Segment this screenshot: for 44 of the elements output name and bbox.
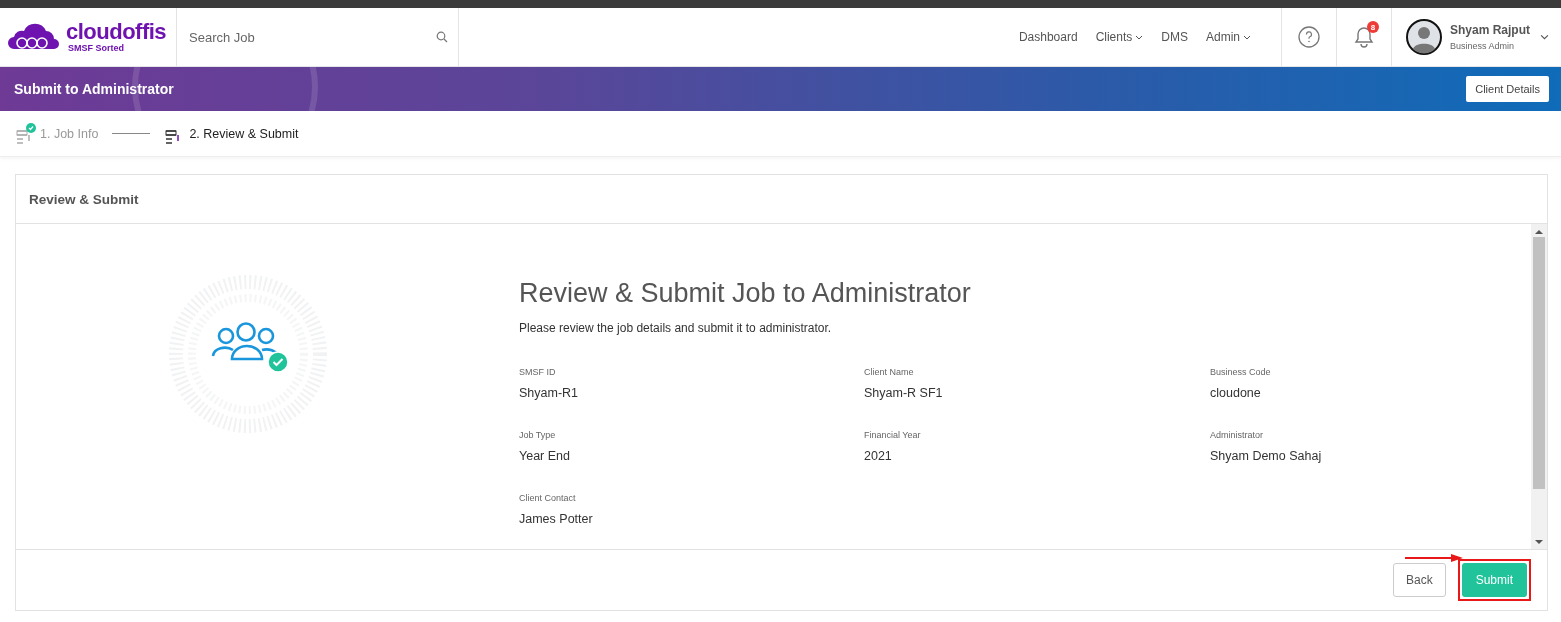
field-label: Financial Year xyxy=(864,430,922,440)
intro-text: Please review the job details and submit it to administrator. xyxy=(519,321,833,335)
field-label: Business Code xyxy=(1210,367,1272,377)
check-badge-icon xyxy=(26,122,36,133)
scroll-up-icon[interactable] xyxy=(1535,229,1543,235)
nav-link[interactable]: DMS xyxy=(1161,30,1188,44)
brand-name: cloudoffis xyxy=(66,21,167,43)
field-label: Administrator xyxy=(1210,430,1264,440)
field-value: Shyam-R SF1 xyxy=(864,386,944,400)
field-value: 2021 xyxy=(864,449,893,463)
scrollbar-thumb[interactable] xyxy=(1533,237,1545,489)
help-icon[interactable] xyxy=(1298,26,1320,48)
field-value: Year End xyxy=(519,449,571,463)
page-title: Submit to Administrator xyxy=(14,81,174,97)
nav-link[interactable]: Dashboard xyxy=(1018,30,1078,44)
brand-tagline: SMSF Sorted xyxy=(68,44,125,53)
search-icon xyxy=(436,31,448,43)
field-label: SMSF ID xyxy=(519,367,557,377)
caret-icon xyxy=(1135,34,1144,40)
field-label: Job Type xyxy=(519,430,557,440)
step-tab[interactable]: 2. Review & Submit xyxy=(164,122,299,145)
back-button[interactable]: Back xyxy=(1392,563,1446,597)
field-value: Shyam-R1 xyxy=(519,386,580,400)
document-icon xyxy=(164,128,181,145)
caret-icon[interactable] xyxy=(1540,34,1549,40)
cloud-logo-icon xyxy=(8,23,60,51)
field-label: Client Contact xyxy=(519,493,577,503)
field-value: cloudone xyxy=(1210,386,1262,400)
notification-count: 8 xyxy=(1367,21,1379,33)
avatar-icon[interactable] xyxy=(1406,19,1442,55)
review-heading: Review & Submit Job to Administrator xyxy=(519,278,972,309)
user-role: Business Admin xyxy=(1450,41,1516,51)
user-name: Shyam Rajput xyxy=(1450,23,1531,37)
nav-link[interactable]: Admin xyxy=(1206,30,1251,44)
document-icon xyxy=(15,128,31,145)
card-title: Review & Submit xyxy=(16,175,1547,224)
nav-link[interactable]: Clients xyxy=(1095,30,1144,44)
field-value: James Potter xyxy=(519,512,594,526)
scroll-down-icon[interactable] xyxy=(1535,539,1543,545)
client-details-button[interactable]: Client Details xyxy=(1466,76,1549,102)
caret-icon xyxy=(1243,34,1251,40)
bell-icon[interactable] xyxy=(1354,26,1374,48)
field-label: Client Name xyxy=(864,367,915,377)
field-value: Shyam Demo Sahaj xyxy=(1210,449,1323,463)
